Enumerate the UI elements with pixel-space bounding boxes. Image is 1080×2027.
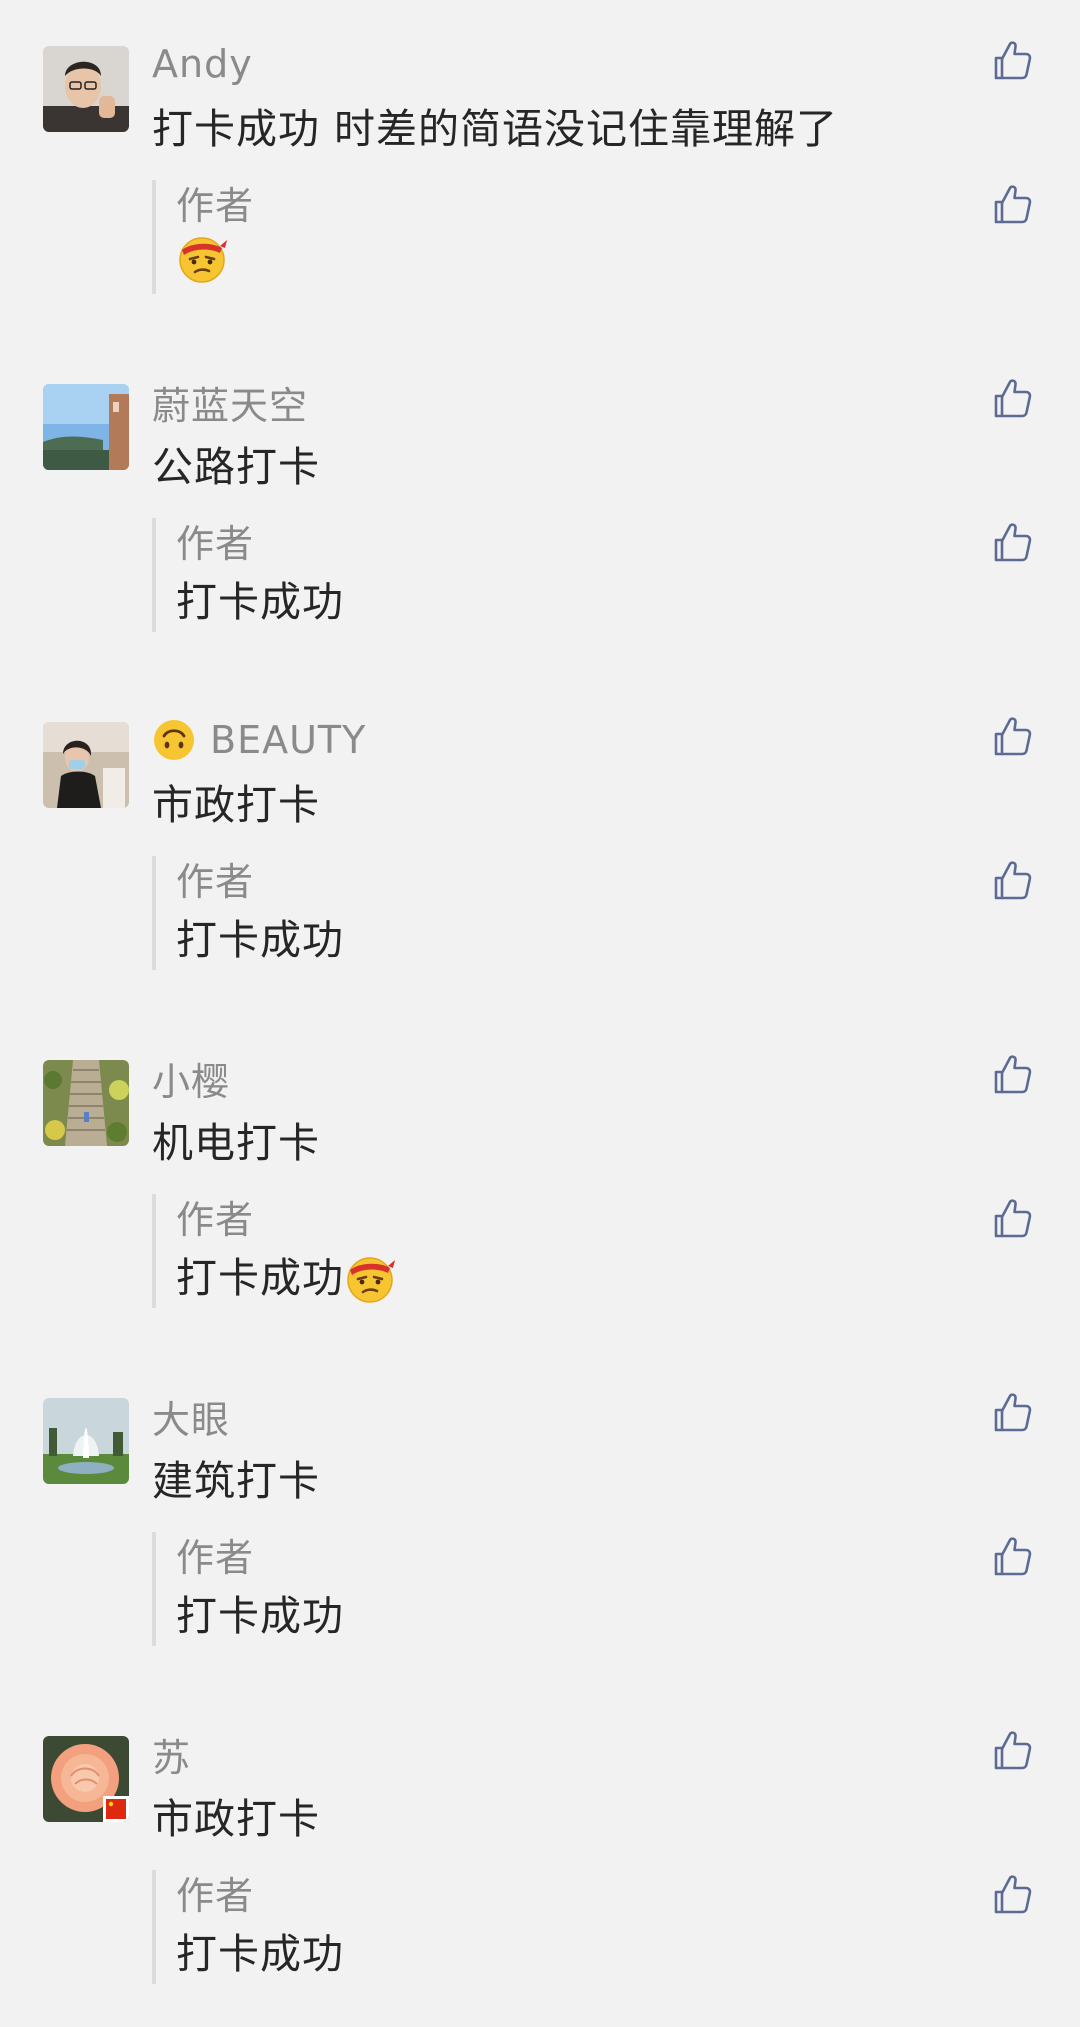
reply-text: 打卡成功 bbox=[176, 1930, 344, 1978]
thumbs-up-icon[interactable] bbox=[990, 1390, 1034, 1434]
nickname[interactable]: 蔚蓝天空 bbox=[152, 375, 308, 430]
reply-author: 作者 bbox=[176, 1874, 255, 1918]
thumbs-up-icon[interactable] bbox=[990, 1052, 1034, 1096]
thumbs-up-icon[interactable] bbox=[990, 520, 1034, 564]
comment-content: 机电打卡 bbox=[152, 1119, 320, 1167]
author-reply: 作者 打卡成功 bbox=[152, 1870, 344, 1984]
comment-content: 建筑打卡 bbox=[152, 1457, 320, 1505]
thumbs-up-icon[interactable] bbox=[990, 1728, 1034, 1772]
nickname-row: Andy bbox=[152, 38, 253, 90]
reply-text: 打卡成功 bbox=[176, 1592, 344, 1640]
author-reply: 作者 打卡成功 bbox=[152, 1194, 396, 1308]
reply-text: 打卡成功 bbox=[176, 578, 344, 626]
avatar[interactable] bbox=[43, 46, 129, 132]
comment-item: 小樱 机电打卡 作者 打卡成功 bbox=[0, 1014, 1080, 1314]
comment-item: 蔚蓝天空 公路打卡 作者 打卡成功 bbox=[0, 338, 1080, 638]
avatar[interactable] bbox=[43, 384, 129, 470]
reply-author: 作者 bbox=[176, 1198, 255, 1242]
thumbs-up-icon[interactable] bbox=[990, 714, 1034, 758]
reply-author: 作者 bbox=[176, 860, 255, 904]
author-reply: 作者 打卡成功 bbox=[152, 518, 344, 632]
comment-item: Andy 打卡成功 时差的简语没记住靠理解了 作者 bbox=[0, 0, 1080, 300]
comment-content: 市政打卡 bbox=[152, 1795, 320, 1843]
thumbs-up-icon[interactable] bbox=[990, 182, 1034, 226]
reply-author: 作者 bbox=[176, 184, 255, 228]
nickname-row: 大眼 bbox=[152, 1390, 230, 1442]
thumbs-up-icon[interactable] bbox=[990, 376, 1034, 420]
grumpy-ninja-emoji bbox=[344, 1252, 396, 1304]
thumbs-up-icon[interactable] bbox=[990, 1196, 1034, 1240]
nickname[interactable]: Andy bbox=[152, 42, 253, 86]
nickname-row: 小樱 bbox=[152, 1052, 230, 1104]
avatar[interactable] bbox=[43, 1736, 129, 1822]
reply-author: 作者 bbox=[176, 1536, 255, 1580]
comment-item: 苏 市政打卡 作者 打卡成功 bbox=[0, 1690, 1080, 1990]
avatar[interactable] bbox=[43, 1398, 129, 1484]
nickname[interactable]: 苏 bbox=[152, 1727, 191, 1782]
comment-content: 打卡成功 时差的简语没记住靠理解了 bbox=[152, 105, 839, 153]
thumbs-up-icon[interactable] bbox=[990, 1872, 1034, 1916]
reply-content: 打卡成功 bbox=[176, 570, 344, 634]
comment-item: 大眼 建筑打卡 作者 打卡成功 bbox=[0, 1352, 1080, 1652]
comment-content: 市政打卡 bbox=[152, 781, 320, 829]
nickname-row: 苏 bbox=[152, 1728, 191, 1780]
upside-down-face-emoji bbox=[152, 718, 196, 762]
reply-content bbox=[176, 232, 254, 284]
comment-content: 公路打卡 bbox=[152, 443, 320, 491]
author-reply: 作者 bbox=[152, 180, 254, 294]
reply-content: 打卡成功 bbox=[176, 1584, 344, 1648]
reply-text: 打卡成功 bbox=[176, 1254, 344, 1302]
nickname-row: BEAUTY bbox=[152, 714, 366, 766]
author-reply: 作者 打卡成功 bbox=[152, 1532, 344, 1646]
thumbs-up-icon[interactable] bbox=[990, 38, 1034, 82]
nickname-row: 蔚蓝天空 bbox=[152, 376, 308, 428]
reply-text: 打卡成功 bbox=[176, 916, 344, 964]
avatar[interactable] bbox=[43, 722, 129, 808]
author-reply: 作者 打卡成功 bbox=[152, 856, 344, 970]
thumbs-up-icon[interactable] bbox=[990, 858, 1034, 902]
reply-content: 打卡成功 bbox=[176, 908, 344, 972]
nickname[interactable]: BEAUTY bbox=[210, 718, 366, 762]
avatar[interactable] bbox=[43, 1060, 129, 1146]
comment-item: BEAUTY 市政打卡 作者 打卡成功 bbox=[0, 676, 1080, 976]
thumbs-up-icon[interactable] bbox=[990, 1534, 1034, 1578]
reply-author: 作者 bbox=[176, 522, 255, 566]
nickname[interactable]: 大眼 bbox=[152, 1389, 230, 1444]
nickname[interactable]: 小樱 bbox=[152, 1051, 230, 1106]
reply-content: 打卡成功 bbox=[176, 1922, 344, 1986]
grumpy-ninja-emoji bbox=[176, 232, 228, 284]
reply-content: 打卡成功 bbox=[176, 1246, 396, 1310]
